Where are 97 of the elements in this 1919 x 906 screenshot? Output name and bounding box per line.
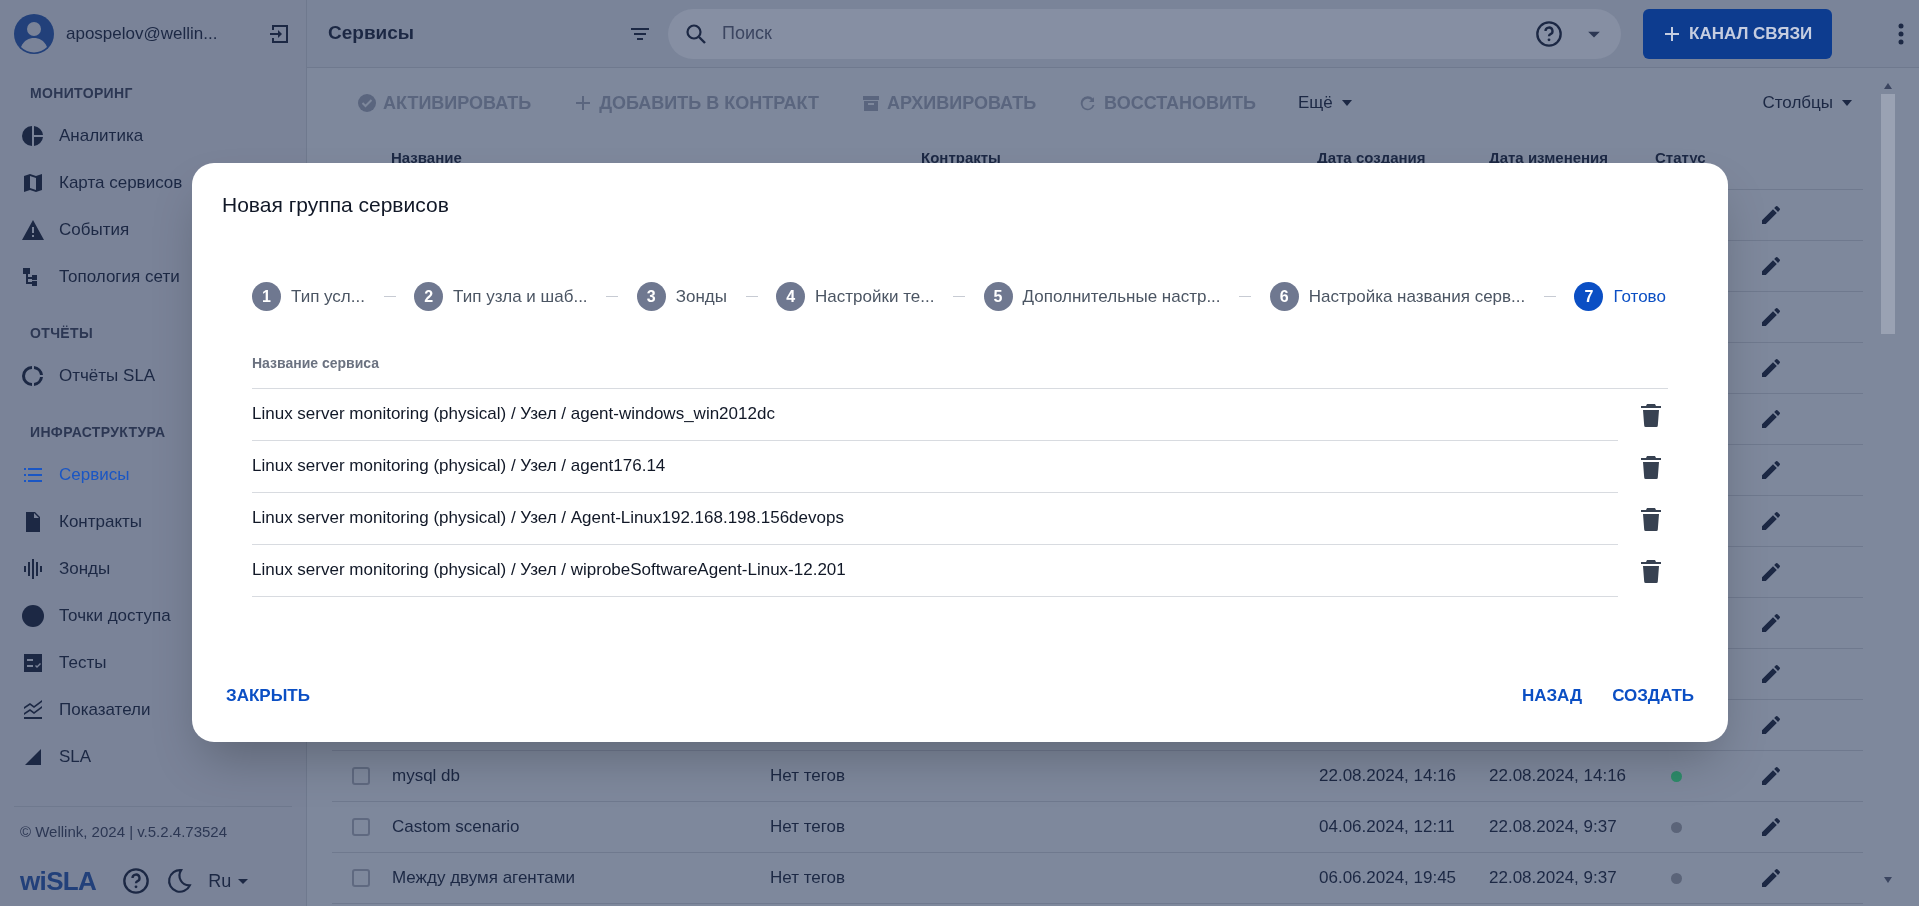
more-dropdown[interactable]: Ещё bbox=[1297, 90, 1353, 116]
step-label: Настройки те... bbox=[815, 285, 935, 308]
edit-icon[interactable] bbox=[1759, 866, 1783, 890]
column-header: Статус bbox=[1655, 149, 1706, 166]
edit-icon[interactable] bbox=[1759, 407, 1783, 431]
trash-icon[interactable] bbox=[1640, 506, 1662, 531]
plus-icon bbox=[1663, 24, 1681, 43]
list-header: Название сервиса bbox=[252, 353, 381, 373]
step-label: Дополнительные настр... bbox=[1022, 285, 1221, 308]
add-channel-button[interactable]: КАНАЛ СВЯЗИ bbox=[1643, 8, 1833, 59]
contracts-cell: Нет тегов bbox=[770, 817, 846, 837]
step-number: 6 bbox=[1269, 282, 1299, 311]
help-icon[interactable] bbox=[1535, 19, 1563, 48]
edit-icon[interactable] bbox=[1759, 764, 1783, 788]
trash-icon[interactable] bbox=[1640, 402, 1662, 427]
moon-icon[interactable] bbox=[166, 868, 193, 894]
date-cell: 22.08.2024, 9:37 bbox=[1489, 868, 1617, 888]
section-title: ОТЧЁТЫ bbox=[30, 324, 93, 343]
contracts-cell: Нет тегов bbox=[770, 766, 846, 786]
edit-icon[interactable] bbox=[1759, 509, 1783, 533]
pie-chart-icon bbox=[21, 123, 45, 148]
edit-icon[interactable] bbox=[1759, 662, 1783, 686]
ring-chart-icon bbox=[21, 363, 45, 388]
edit-icon[interactable] bbox=[1759, 458, 1783, 482]
step-label: Тип усл... bbox=[291, 285, 365, 308]
scroll-up-icon bbox=[1883, 82, 1893, 90]
service-name: Между двумя агентами bbox=[392, 868, 575, 888]
column-header: Название bbox=[391, 149, 462, 166]
waveform-icon bbox=[21, 556, 45, 581]
step-label: Зонды bbox=[675, 285, 727, 308]
edit-icon[interactable] bbox=[1759, 203, 1783, 227]
copyright-text: © Wellink, 2024 | v.5.2.4.73524 bbox=[20, 822, 229, 842]
step-number: 2 bbox=[414, 282, 444, 311]
edit-icon[interactable] bbox=[1759, 305, 1783, 329]
sidebar-item[interactable]: Точки доступа bbox=[0, 592, 306, 639]
row-checkbox[interactable] bbox=[352, 767, 370, 785]
wisla-logo: wiSLA bbox=[20, 864, 97, 898]
circle-icon bbox=[21, 603, 45, 628]
column-header: Контракты bbox=[921, 149, 1001, 166]
service-name: Castom scenario bbox=[392, 817, 520, 837]
check-circle-icon bbox=[357, 93, 377, 113]
dialog-title: Новая группа сервисов bbox=[222, 192, 450, 218]
section-title: ИНФРАСТРУКТУРА bbox=[30, 423, 166, 442]
step-number: 1 bbox=[252, 282, 281, 311]
date-cell: 22.08.2024, 9:37 bbox=[1489, 817, 1617, 837]
step[interactable]: 6 Настройка названия серв... bbox=[1269, 282, 1526, 311]
archive-icon bbox=[861, 93, 881, 113]
step-number: 5 bbox=[983, 282, 1013, 311]
user-email: apospelov@wellin... bbox=[66, 23, 219, 46]
step-label: Настройка названия серв... bbox=[1308, 285, 1526, 308]
date-cell: 22.08.2024, 14:16 bbox=[1319, 766, 1457, 786]
date-cell: 06.06.2024, 19:45 bbox=[1319, 868, 1457, 888]
step-number: 7 bbox=[1574, 282, 1604, 311]
search-field[interactable]: Поиск bbox=[668, 8, 1621, 59]
step[interactable]: 2 Тип узла и шаб... bbox=[414, 282, 588, 311]
step[interactable]: 4 Настройки те... bbox=[776, 282, 935, 311]
edit-icon[interactable] bbox=[1759, 254, 1783, 278]
search-icon bbox=[684, 21, 708, 46]
step-label: Тип узла и шаб... bbox=[453, 285, 588, 308]
page-title: Сервисы bbox=[328, 21, 416, 46]
scroll-down-icon bbox=[1883, 876, 1893, 884]
contracts-cell: Нет тегов bbox=[770, 868, 846, 888]
avatar-icon[interactable] bbox=[14, 14, 54, 54]
edit-icon[interactable] bbox=[1759, 713, 1783, 737]
service-name: Linux server monitoring (physical) / Узел / agent-windows_win2012dc bbox=[252, 403, 775, 426]
scrollbar[interactable] bbox=[1879, 82, 1897, 884]
date-cell: 04.06.2024, 12:11 bbox=[1319, 817, 1455, 837]
help-icon[interactable] bbox=[122, 867, 151, 895]
service-name: Linux server monitoring (physical) / Узел / wiprobeSoftwareAgent-Linux-12.201 bbox=[252, 559, 846, 582]
edit-icon[interactable] bbox=[1759, 560, 1783, 584]
row-checkbox[interactable] bbox=[352, 818, 370, 836]
edit-icon[interactable] bbox=[1759, 611, 1783, 635]
kebab-menu-icon[interactable] bbox=[1898, 22, 1905, 45]
step-number: 3 bbox=[636, 282, 666, 311]
date-cell: 22.08.2024, 14:16 bbox=[1489, 766, 1627, 786]
row-checkbox[interactable] bbox=[352, 869, 370, 887]
trash-icon[interactable] bbox=[1640, 558, 1662, 583]
service-name: Linux server monitoring (physical) / Узел / Agent-Linux192.168.198.156devops bbox=[252, 507, 844, 530]
back-button[interactable]: НАЗАД bbox=[1511, 676, 1593, 716]
sidebar-item[interactable]: Аналитика bbox=[0, 112, 306, 159]
language-dropdown[interactable]: Ru bbox=[208, 867, 250, 895]
edit-icon[interactable] bbox=[1759, 815, 1783, 839]
create-button[interactable]: СОЗДАТЬ bbox=[1602, 676, 1704, 716]
step-number: 4 bbox=[776, 282, 806, 311]
step[interactable]: 1 Тип усл... bbox=[252, 282, 365, 311]
step[interactable]: 5 Дополнительные настр... bbox=[983, 282, 1221, 311]
edit-icon[interactable] bbox=[1759, 356, 1783, 380]
columns-dropdown[interactable]: Столбцы bbox=[1762, 90, 1853, 116]
service-name: mysql db bbox=[392, 766, 461, 786]
scrollbar-thumb[interactable] bbox=[1881, 94, 1895, 334]
step[interactable]: 7 Готово bbox=[1574, 282, 1666, 311]
trash-icon[interactable] bbox=[1640, 454, 1662, 479]
section-title: МОНИТОРИНГ bbox=[30, 84, 133, 103]
sidebar-item[interactable]: SLA bbox=[0, 733, 306, 780]
step[interactable]: 3 Зонды bbox=[636, 282, 727, 311]
service-name: Linux server monitoring (physical) / Узел / agent176.14 bbox=[252, 455, 666, 478]
step-label: Готово bbox=[1613, 285, 1666, 308]
